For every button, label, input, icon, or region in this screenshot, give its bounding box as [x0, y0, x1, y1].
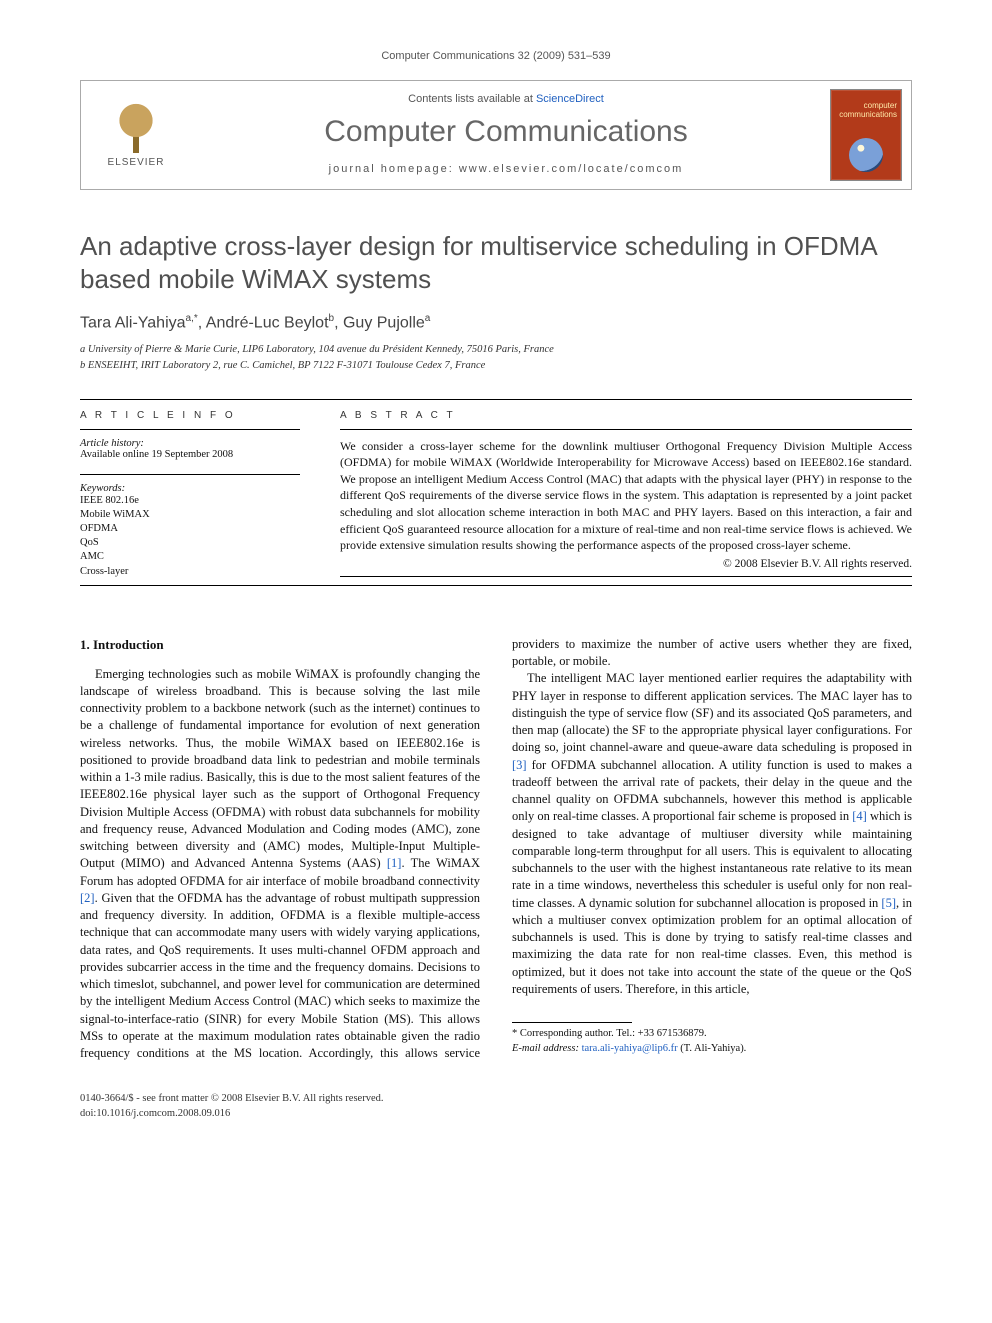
mini-rule-3	[340, 429, 912, 430]
sciencedirect-link[interactable]: ScienceDirect	[536, 93, 604, 105]
footer-line-1: 0140-3664/$ - see front matter © 2008 El…	[80, 1092, 912, 1107]
journal-cover-thumb: computer communications	[830, 89, 902, 181]
article-info-row: A R T I C L E I N F O Article history: A…	[80, 400, 912, 579]
affiliations: a University of Pierre & Marie Curie, LI…	[80, 342, 912, 372]
journal-homepage-line: journal homepage: www.elsevier.com/locat…	[201, 163, 811, 175]
journal-header-center: Contents lists available at ScienceDirec…	[191, 81, 821, 189]
ref-link-1[interactable]: [1]	[387, 856, 402, 870]
corresponding-author: * Corresponding author. Tel.: +33 671536…	[512, 1027, 912, 1056]
ref-link-5[interactable]: [5]	[881, 896, 896, 910]
article-info-label: A R T I C L E I N F O	[80, 400, 300, 429]
mini-rule-2	[80, 474, 300, 475]
mini-rule-4	[340, 576, 912, 577]
section-heading-intro: 1. Introduction	[80, 636, 480, 654]
abstract-copyright: © 2008 Elsevier B.V. All rights reserved…	[340, 558, 912, 570]
contents-lists-line: Contents lists available at ScienceDirec…	[201, 93, 811, 105]
authors-line: Tara Ali-Yahiyaa,*, André-Luc Beylotb, G…	[80, 313, 912, 332]
corresponding-email[interactable]: tara.ali-yahiya@lip6.fr	[582, 1043, 678, 1054]
keyword-item: OFDMA	[80, 522, 300, 536]
journal-name: Computer Communications	[201, 115, 811, 149]
publisher-name: ELSEVIER	[108, 157, 165, 168]
journal-cover-cell: computer communications	[821, 81, 911, 189]
cover-title: computer communications	[835, 102, 897, 120]
paper-page: Computer Communications 32 (2009) 531–53…	[0, 0, 992, 1182]
affiliation-b: b ENSEEIHT, IRIT Laboratory 2, rue C. Ca…	[80, 358, 912, 373]
keyword-item: Cross-layer	[80, 565, 300, 579]
abstract-label: A B S T R A C T	[340, 400, 912, 429]
article-history-label: Article history:	[80, 438, 300, 449]
abstract-text: We consider a cross-layer scheme for the…	[340, 438, 912, 554]
keywords-label: Keywords:	[80, 483, 300, 494]
ref-link-3[interactable]: [3]	[512, 758, 527, 772]
elsevier-tree-icon	[111, 103, 161, 153]
ref-link-2[interactable]: [2]	[80, 891, 95, 905]
elsevier-logo: ELSEVIER	[101, 95, 171, 175]
footer-line-doi: doi:10.1016/j.comcom.2008.09.016	[80, 1107, 912, 1122]
ref-link-4[interactable]: [4]	[852, 809, 867, 823]
article-info-left: A R T I C L E I N F O Article history: A…	[80, 400, 300, 579]
divider-bottom	[80, 585, 912, 586]
publisher-logo-cell: ELSEVIER	[81, 81, 191, 189]
affiliation-a: a University of Pierre & Marie Curie, LI…	[80, 342, 912, 357]
intro-para-2: The intelligent MAC layer mentioned earl…	[512, 670, 912, 998]
abstract-column: A B S T R A C T We consider a cross-laye…	[340, 400, 912, 579]
corresponding-label: * Corresponding author. Tel.: +33 671536…	[512, 1027, 912, 1042]
footnote-rule	[512, 1022, 632, 1023]
keyword-item: AMC	[80, 550, 300, 564]
cover-globe-icon	[849, 138, 883, 172]
corresponding-name: (T. Ali-Yahiya).	[680, 1043, 746, 1054]
keyword-item: Mobile WiMAX	[80, 508, 300, 522]
article-title: An adaptive cross-layer design for multi…	[80, 230, 912, 295]
keyword-item: IEEE 802.16e	[80, 494, 300, 508]
article-history-line: Available online 19 September 2008	[80, 449, 300, 460]
keyword-item: QoS	[80, 536, 300, 550]
journal-header-box: ELSEVIER Contents lists available at Sci…	[80, 80, 912, 190]
running-head: Computer Communications 32 (2009) 531–53…	[80, 50, 912, 62]
homepage-url: www.elsevier.com/locate/comcom	[459, 163, 683, 175]
homepage-label: journal homepage:	[329, 163, 459, 175]
body-columns: 1. Introduction Emerging technologies su…	[80, 636, 912, 1063]
mini-rule-1	[80, 429, 300, 430]
page-footer: 0140-3664/$ - see front matter © 2008 El…	[80, 1092, 912, 1121]
email-label: E-mail address:	[512, 1043, 579, 1054]
contents-prefix: Contents lists available at	[408, 93, 536, 105]
